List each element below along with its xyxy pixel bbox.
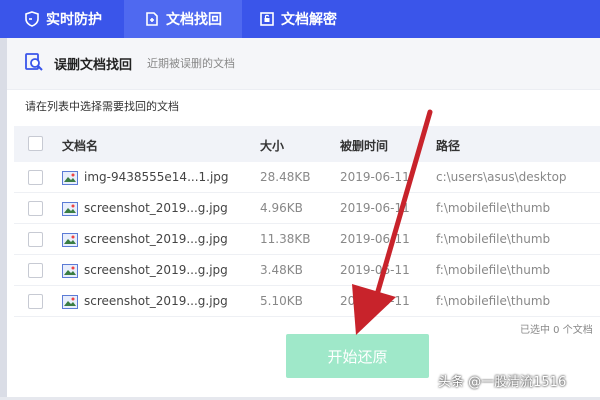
file-name: img-9438555e14...1.jpg — [84, 170, 229, 184]
table-row[interactable]: screenshot_2019...g.jpg 4.96KB 2019-06-1… — [14, 193, 600, 224]
tab-label: 文档找回 — [166, 12, 222, 28]
selected-count-text: 已选中 0 个文档 — [520, 325, 593, 336]
file-name: screenshot_2019...g.jpg — [84, 294, 228, 308]
row-checkbox[interactable] — [28, 201, 43, 216]
tab-document-decrypt[interactable]: 文档解密 — [259, 0, 337, 38]
file-name: screenshot_2019...g.jpg — [84, 263, 228, 277]
document-restore-icon — [144, 11, 160, 27]
document-unlock-icon — [259, 11, 275, 27]
shield-icon — [24, 11, 40, 27]
image-file-icon — [62, 201, 78, 216]
table-row[interactable]: screenshot_2019...g.jpg 5.10KB 2019-06-1… — [14, 286, 600, 317]
deleted-time: 2019-06-11 — [340, 201, 410, 215]
image-file-icon — [62, 263, 78, 278]
instruction-text: 请在列表中选择需要找回的文档 — [25, 100, 179, 113]
start-restore-button[interactable]: 开始还原 — [286, 334, 429, 378]
top-tab-bar: 实时防护 文档找回 文档解密 — [0, 0, 600, 38]
table-row[interactable]: img-9438555e14...1.jpg 28.48KB 2019-06-1… — [14, 162, 600, 193]
row-checkbox[interactable] — [28, 294, 43, 309]
file-path: f:\mobilefile\thumb — [436, 201, 551, 215]
file-path: f:\mobilefile\thumb — [436, 294, 551, 308]
table-header: 文档名 大小 被删时间 路径 — [14, 126, 600, 162]
section-title: 误删文档找回 — [54, 58, 133, 73]
file-path: c:\users\asus\desktop — [436, 170, 567, 184]
column-header-size[interactable]: 大小 — [260, 137, 284, 154]
image-file-icon — [62, 170, 78, 185]
row-checkbox[interactable] — [28, 232, 43, 247]
column-header-name[interactable]: 文档名 — [62, 137, 98, 154]
file-name: screenshot_2019...g.jpg — [84, 232, 228, 246]
table-row[interactable]: screenshot_2019...g.jpg 11.38KB 2019-06-… — [14, 224, 600, 255]
left-border — [0, 38, 7, 400]
file-size: 28.48KB — [260, 170, 311, 184]
column-header-path[interactable]: 路径 — [436, 137, 460, 154]
tab-label: 文档解密 — [281, 12, 337, 28]
image-file-icon — [62, 232, 78, 247]
tab-label: 实时防护 — [46, 12, 102, 28]
section-header: 误删文档找回 近期被误删的文档 — [7, 38, 600, 90]
file-name: screenshot_2019...g.jpg — [84, 201, 228, 215]
file-size: 5.10KB — [260, 294, 303, 308]
main-content: 误删文档找回 近期被误删的文档 请在列表中选择需要找回的文档 文档名 大小 被删… — [7, 38, 600, 400]
file-size: 4.96KB — [260, 201, 303, 215]
deleted-time: 2019-06-11 — [340, 263, 410, 277]
row-checkbox[interactable] — [28, 263, 43, 278]
search-document-icon — [24, 52, 44, 72]
row-checkbox[interactable] — [28, 170, 43, 185]
deleted-time: 2019-06-11 — [340, 294, 410, 308]
tab-document-recovery[interactable]: 文档找回 — [124, 0, 242, 38]
file-path: f:\mobilefile\thumb — [436, 232, 551, 246]
image-file-icon — [62, 294, 78, 309]
deleted-time: 2019-06-11 — [340, 170, 410, 184]
file-path: f:\mobilefile\thumb — [436, 263, 551, 277]
file-size: 3.48KB — [260, 263, 303, 277]
file-size: 11.38KB — [260, 232, 311, 246]
select-all-checkbox[interactable] — [28, 136, 43, 151]
table-row[interactable]: screenshot_2019...g.jpg 3.48KB 2019-06-1… — [14, 255, 600, 286]
tab-realtime-protection[interactable]: 实时防护 — [24, 0, 102, 38]
column-header-deleted-time[interactable]: 被删时间 — [340, 137, 388, 154]
section-subtitle: 近期被误删的文档 — [147, 57, 235, 70]
deleted-time: 2019-06-11 — [340, 232, 410, 246]
watermark-text: 头条 @一股清流1516 — [438, 375, 567, 390]
file-table: 文档名 大小 被删时间 路径 img-9438555e14...1.jpg 28… — [14, 126, 600, 317]
